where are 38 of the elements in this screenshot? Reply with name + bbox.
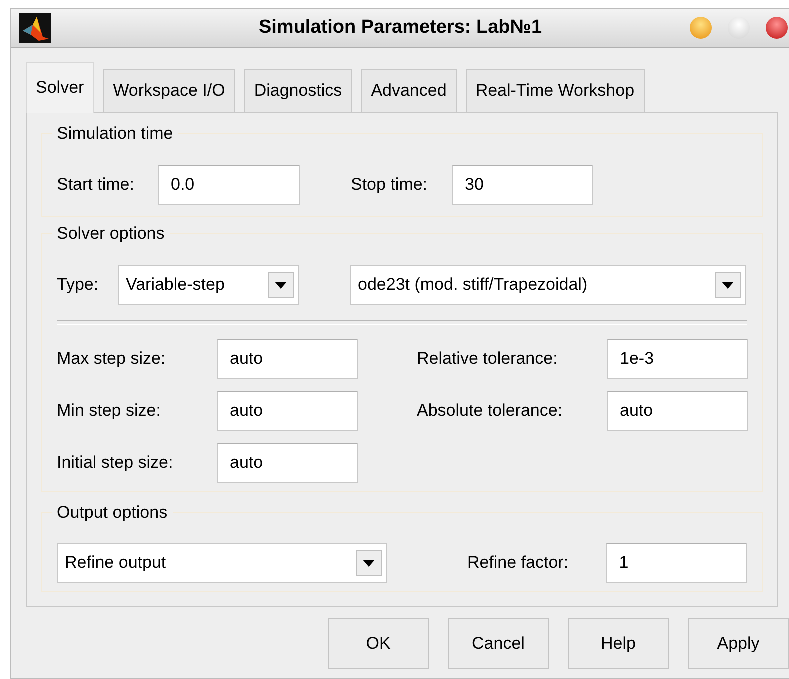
field-label: Start time: (57, 175, 136, 195)
input-field[interactable]: auto (217, 391, 358, 431)
field-label: Min step size: (57, 401, 162, 421)
field-label: Stop time: (351, 175, 429, 195)
dialog-button[interactable]: Help (568, 618, 669, 669)
minimize-button[interactable] (690, 17, 712, 39)
field-label: Refine factor: (467, 553, 570, 573)
group-label: Output options (52, 503, 173, 523)
tab[interactable]: Diagnostics (244, 69, 352, 112)
start-time-field[interactable]: 0.0 (158, 165, 300, 205)
dialog-button[interactable]: Apply (688, 618, 789, 669)
caret-icon (356, 550, 382, 576)
field-label: Relative tolerance: (417, 349, 559, 369)
dialog-button[interactable]: Cancel (448, 618, 549, 669)
input-field[interactable]: auto (217, 443, 358, 483)
output-dropdown[interactable]: Refine output (57, 543, 388, 583)
tab[interactable]: Solver (26, 62, 94, 113)
field-label: Max step size: (57, 349, 167, 369)
caret-icon (268, 272, 294, 298)
caret-icon (715, 272, 741, 298)
field-label: Type: (57, 275, 100, 295)
input-field[interactable]: auto (217, 339, 358, 379)
input-field[interactable]: 1e-3 (607, 339, 748, 379)
stop-time-field[interactable]: 30 (452, 165, 593, 205)
input-field[interactable]: auto (607, 391, 748, 431)
dialog-button[interactable]: OK (328, 618, 429, 669)
group-label: Solver options (52, 224, 170, 244)
close-button[interactable] (766, 17, 788, 39)
tab[interactable]: Real-Time Workshop (466, 69, 645, 112)
field-label: Absolute tolerance: (417, 401, 564, 421)
app-logo-icon (19, 13, 51, 43)
refine-factor-field[interactable]: 1 (606, 543, 747, 583)
tab[interactable]: Workspace I/O (103, 69, 236, 112)
tab[interactable]: Advanced (361, 69, 457, 112)
window-title: Simulation Parameters: Lab№1 (258, 17, 544, 39)
type-dropdown[interactable]: Variable-step (118, 265, 299, 305)
solver-dropdown[interactable]: ode23t (mod. stiff/Trapezoidal) (350, 265, 746, 305)
field-label: Initial step size: (57, 453, 174, 473)
